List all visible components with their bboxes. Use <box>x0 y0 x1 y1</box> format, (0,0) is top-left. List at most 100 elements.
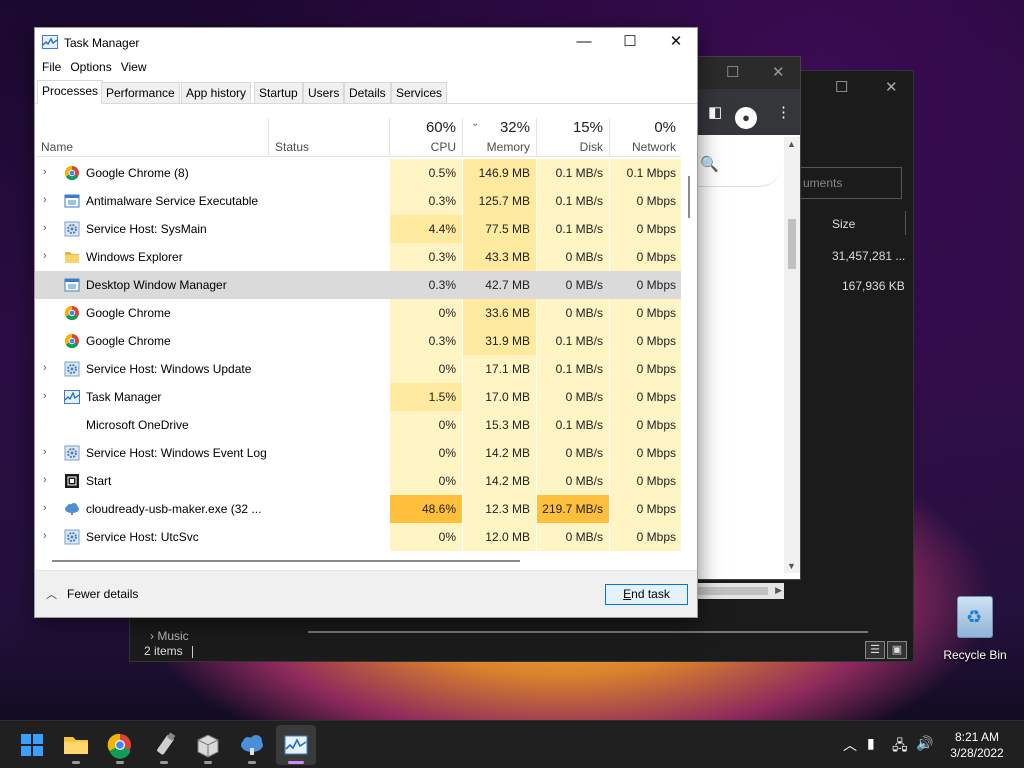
battery-icon[interactable]: ▮ <box>867 735 875 752</box>
fewer-details-button[interactable]: ︿ Fewer details <box>46 586 138 602</box>
process-row[interactable]: › Service Host: Windows Update 0% 17.1 MB 0.… <box>35 355 681 383</box>
process-row[interactable]: › Service Host: UtcSvc 0% 12.0 MB 0 MB/s 0 Mb… <box>35 523 681 551</box>
network-total-percent: 0% <box>654 119 676 136</box>
start-button[interactable] <box>12 725 52 765</box>
process-list-vertical-scrollbar[interactable] <box>681 118 697 554</box>
close-icon[interactable]: ✕ <box>653 31 697 55</box>
column-header-network[interactable]: 0% Network <box>610 118 682 157</box>
chrome-title-bar[interactable]: ☐ ✕ <box>698 57 800 89</box>
menu-options[interactable]: Options <box>63 58 111 78</box>
process-row[interactable]: › Antimalware Service Executable 0.3% 125.7… <box>35 187 681 215</box>
scroll-thumb[interactable] <box>52 560 520 562</box>
tab-processes[interactable]: Processes <box>37 80 104 104</box>
process-name: Service Host: Windows Update <box>86 362 252 376</box>
taskbar-usb-maker[interactable] <box>144 725 184 765</box>
search-input[interactable]: uments <box>800 167 902 199</box>
process-row[interactable]: Microsoft OneDrive 0% 15.3 MB 0.1 MB/s 0 Mbp… <box>35 411 681 439</box>
process-cpu-value: 0.3% <box>390 187 462 215</box>
more-menu-icon[interactable]: ⋮ <box>776 103 791 121</box>
chrome-window[interactable]: ☐ ✕ ◧ ⋮ ● 🔍 ▲ ▼ ▶ <box>697 56 801 599</box>
tab-startup[interactable]: Startup <box>254 82 303 103</box>
tab-users[interactable]: Users <box>303 82 345 103</box>
minimize-icon[interactable]: — <box>561 31 607 55</box>
end-task-button[interactable]: End task <box>605 584 688 605</box>
profile-avatar-icon[interactable]: ● <box>735 107 757 129</box>
task-manager-window[interactable]: Task Manager — ☐ ✕ File Options View Pro… <box>34 27 698 618</box>
taskbar-chrome[interactable] <box>100 725 140 765</box>
scroll-thumb[interactable] <box>688 176 690 218</box>
scroll-up-icon[interactable]: ▲ <box>787 139 796 149</box>
recycle-bin-desktop-icon[interactable]: ♻ Recycle Bin <box>942 596 1008 662</box>
expand-chevron-right-icon[interactable]: › <box>43 502 47 514</box>
process-row[interactable]: › Start 0% 14.2 MB 0 MB/s 0 Mbps <box>35 467 681 495</box>
expand-chevron-right-icon[interactable]: › <box>43 250 47 262</box>
process-row[interactable]: Google Chrome 0% 33.6 MB 0 MB/s 0 Mbps <box>35 299 681 327</box>
search-box[interactable]: 🔍 <box>698 141 782 187</box>
column-header-disk[interactable]: 15% Disk <box>537 118 609 157</box>
process-memory-value: 14.2 MB <box>463 439 536 467</box>
volume-icon[interactable]: 🔊 <box>916 735 933 752</box>
process-list[interactable]: › Google Chrome (8) 0.5% 146.9 MB 0.1 MB/s 0.… <box>35 159 681 551</box>
view-toggle: ☰ ▣ <box>865 641 907 659</box>
taskbar-file-explorer[interactable] <box>56 725 96 765</box>
process-row[interactable]: Google Chrome 0.3% 31.9 MB 0.1 MB/s 0 Mbps <box>35 327 681 355</box>
process-row[interactable]: › Windows Explorer 0.3% 43.3 MB 0 MB/s 0 Mbps <box>35 243 681 271</box>
scroll-down-icon[interactable]: ▼ <box>787 561 796 571</box>
menu-view[interactable]: View <box>114 58 147 78</box>
scroll-thumb[interactable] <box>698 587 768 595</box>
expand-chevron-right-icon[interactable]: › <box>43 390 47 402</box>
expand-chevron-right-icon[interactable]: › <box>43 474 47 486</box>
explorer-horizontal-scrollbar[interactable] <box>308 631 868 633</box>
process-list-horizontal-scrollbar[interactable] <box>35 554 681 566</box>
expand-chevron-right-icon[interactable]: › <box>43 530 47 542</box>
column-label: Network <box>631 140 676 154</box>
taskbar-app-box[interactable] <box>188 725 228 765</box>
side-panel-icon[interactable]: ◧ <box>708 103 722 121</box>
process-cpu-value: 0% <box>390 439 462 467</box>
scroll-right-icon[interactable]: ▶ <box>775 585 782 596</box>
column-header-memory[interactable]: ⌄ 32% Memory <box>463 118 536 157</box>
tab-details[interactable]: Details <box>344 82 391 103</box>
expand-chevron-right-icon[interactable]: › <box>43 446 47 458</box>
sort-descending-icon: ⌄ <box>471 118 480 129</box>
process-memory-value: 12.0 MB <box>463 523 536 551</box>
tiles-view-icon[interactable]: ▣ <box>887 641 907 659</box>
close-icon[interactable]: ✕ <box>885 78 898 96</box>
chrome-horizontal-scrollbar[interactable]: ▶ <box>698 583 784 599</box>
tab-services[interactable]: Services <box>391 82 448 103</box>
tab-performance[interactable]: Performance <box>101 82 180 103</box>
process-row[interactable]: › Service Host: Windows Event Log 0% 14.2 M… <box>35 439 681 467</box>
taskbar-task-manager[interactable] <box>276 725 316 765</box>
menu-file[interactable]: File <box>35 58 61 78</box>
process-row[interactable]: › Service Host: SysMain 4.4% 77.5 MB 0.1 MB/… <box>35 215 681 243</box>
system-clock[interactable]: 8:21 AM 3/28/2022 <box>942 729 1012 761</box>
maximize-icon[interactable]: ☐ <box>726 63 739 81</box>
service-window-icon <box>64 278 80 292</box>
process-row[interactable]: › cloudready-usb-maker.exe (32 ... 48.6% 12… <box>35 495 681 523</box>
close-icon[interactable]: ✕ <box>772 63 785 81</box>
nav-item-music[interactable]: › Music <box>150 629 189 643</box>
task-manager-title-bar[interactable]: Task Manager — ☐ ✕ <box>35 28 697 58</box>
tab-app-history[interactable]: App history <box>181 82 252 103</box>
column-header-size[interactable]: Size <box>832 217 855 231</box>
expand-chevron-right-icon[interactable]: › <box>43 362 47 374</box>
details-view-icon[interactable]: ☰ <box>865 641 885 659</box>
process-row[interactable]: › Google Chrome (8) 0.5% 146.9 MB 0.1 MB/s 0.… <box>35 159 681 187</box>
process-cpu-value: 0% <box>390 411 462 439</box>
network-icon[interactable]: 🖧 <box>892 735 908 759</box>
process-row[interactable]: › Task Manager 1.5% 17.0 MB 0 MB/s 0 Mbps <box>35 383 681 411</box>
maximize-icon[interactable]: ☐ <box>835 78 848 96</box>
maximize-icon[interactable]: ☐ <box>607 31 653 55</box>
process-row[interactable]: Desktop Window Manager 0.3% 42.7 MB 0 MB/s 0… <box>35 271 681 299</box>
column-header-cpu[interactable]: 60% CPU <box>390 118 462 157</box>
chrome-vertical-scrollbar[interactable]: ▲ ▼ <box>784 137 800 573</box>
show-hidden-icons-chevron-up-icon[interactable]: ︿ <box>843 735 857 755</box>
taskbar-cloudready[interactable] <box>232 725 272 765</box>
expand-chevron-right-icon[interactable]: › <box>43 166 47 178</box>
process-cpu-value: 4.4% <box>390 215 462 243</box>
column-header-name[interactable]: Name <box>35 118 268 157</box>
column-header-status[interactable]: Status <box>269 118 389 157</box>
expand-chevron-right-icon[interactable]: › <box>43 194 47 206</box>
expand-chevron-right-icon[interactable]: › <box>43 222 47 234</box>
scroll-thumb[interactable] <box>788 219 796 269</box>
